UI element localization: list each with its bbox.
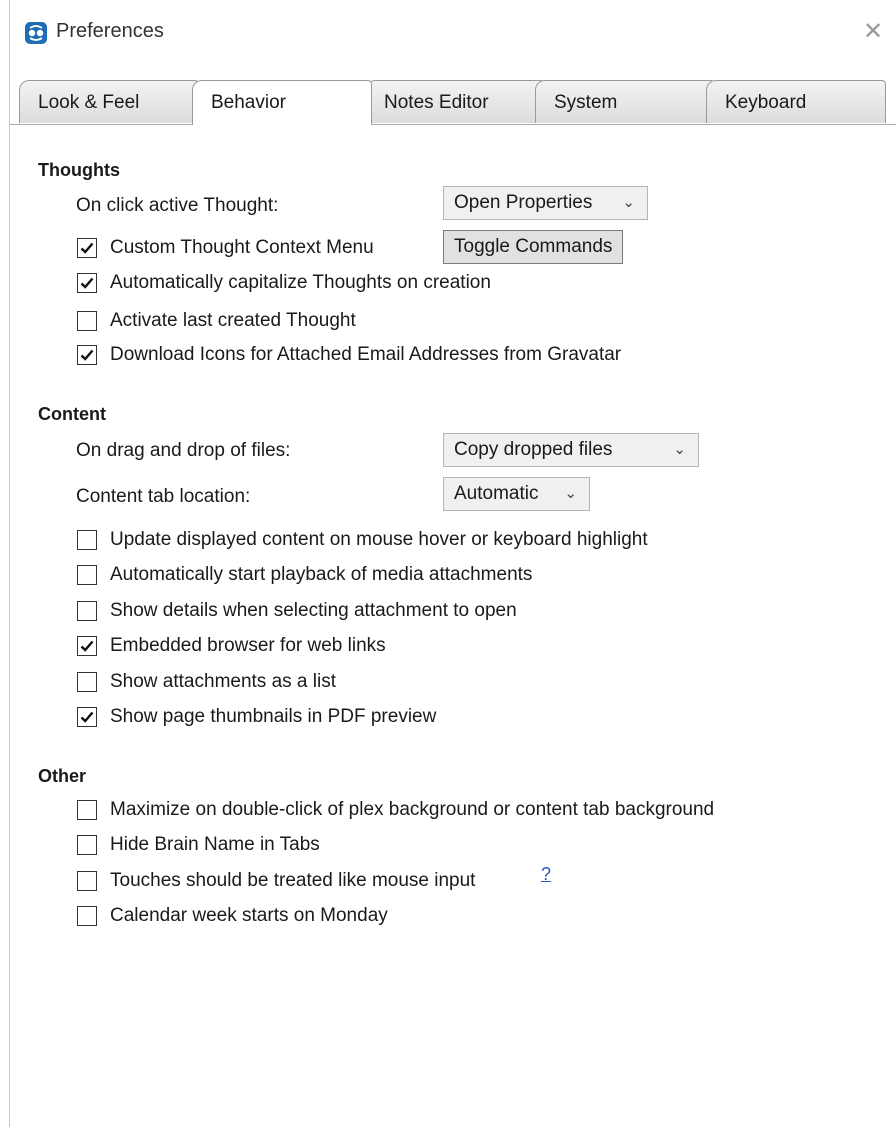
title-bar: Preferences ✕ (10, 0, 896, 66)
touch-help-link[interactable]: ? (541, 864, 551, 885)
option-label: Touches should be treated like mouse inp… (110, 870, 476, 891)
option-label: Automatically capitalize Thoughts on cre… (110, 272, 491, 293)
section-title-other: Other (38, 766, 87, 786)
checkbox[interactable] (77, 345, 97, 365)
chevron-down-icon: ⌄ (564, 485, 577, 502)
checkbox[interactable] (77, 672, 97, 692)
window-title: Preferences (56, 20, 164, 42)
option-label: Update displayed content on mouse hover … (110, 529, 648, 550)
tab-location-value: Automatic (454, 483, 539, 504)
option-label: Show attachments as a list (110, 671, 336, 692)
checkbox[interactable] (77, 273, 97, 293)
tab-system[interactable]: System (535, 80, 715, 123)
toggle-commands-button[interactable]: Toggle Commands (443, 230, 624, 264)
on-click-value: Open Properties (454, 192, 593, 213)
brain-app-icon (25, 22, 47, 44)
option-label: Show page thumbnails in PDF preview (110, 706, 437, 727)
tab-bar: Look & Feel Behavior Notes Editor System… (10, 80, 896, 125)
checkbox[interactable] (77, 871, 97, 891)
tab-keyboard[interactable]: Keyboard (706, 80, 886, 123)
drag-drop-label: On drag and drop of files: (76, 440, 291, 461)
checkbox[interactable] (77, 636, 97, 656)
option-label: Custom Thought Context Menu (110, 237, 374, 258)
section-title-content: Content (38, 404, 106, 424)
tab-look-and-feel[interactable]: Look & Feel (19, 80, 199, 123)
checkbox[interactable] (77, 906, 97, 926)
chevron-down-icon: ⌄ (622, 194, 635, 211)
checkbox[interactable] (77, 835, 97, 855)
tab-location-label: Content tab location: (76, 486, 251, 507)
option-label: Download Icons for Attached Email Addres… (110, 344, 622, 365)
checkbox[interactable] (77, 707, 97, 727)
checkbox[interactable] (77, 238, 97, 258)
checkbox[interactable] (77, 565, 97, 585)
section-title-thoughts: Thoughts (38, 160, 120, 180)
option-label: Calendar week starts on Monday (110, 905, 388, 926)
option-label: Maximize on double-click of plex backgro… (110, 799, 715, 820)
on-click-label: On click active Thought: (76, 195, 279, 216)
checkbox[interactable] (77, 601, 97, 621)
option-label: Automatically start playback of media at… (110, 564, 533, 585)
option-label: Show details when selecting attachment t… (110, 600, 517, 621)
option-label: Hide Brain Name in Tabs (110, 834, 320, 855)
tab-location-select[interactable]: Automatic ⌄ (443, 477, 590, 511)
checkbox[interactable] (77, 800, 97, 820)
checkbox[interactable] (77, 311, 97, 331)
on-click-select[interactable]: Open Properties ⌄ (443, 186, 648, 220)
behavior-panel: Thoughts On click active Thought: Open P… (10, 124, 896, 1127)
option-label: Activate last created Thought (110, 310, 356, 331)
chevron-down-icon: ⌄ (673, 441, 686, 458)
tab-notes-editor[interactable]: Notes Editor (365, 80, 545, 123)
option-label: Embedded browser for web links (110, 635, 386, 656)
tab-behavior[interactable]: Behavior (192, 80, 372, 125)
checkmark-icon (80, 711, 94, 723)
checkmark-icon (80, 349, 94, 361)
preferences-window: Preferences ✕ Look & Feel Behavior Notes… (9, 0, 896, 1127)
checkmark-icon (80, 640, 94, 652)
checkbox[interactable] (77, 530, 97, 550)
close-icon[interactable]: ✕ (859, 18, 887, 46)
checkmark-icon (80, 242, 94, 254)
drag-drop-value: Copy dropped files (454, 439, 613, 460)
checkmark-icon (80, 277, 94, 289)
drag-drop-select[interactable]: Copy dropped files ⌄ (443, 433, 699, 467)
